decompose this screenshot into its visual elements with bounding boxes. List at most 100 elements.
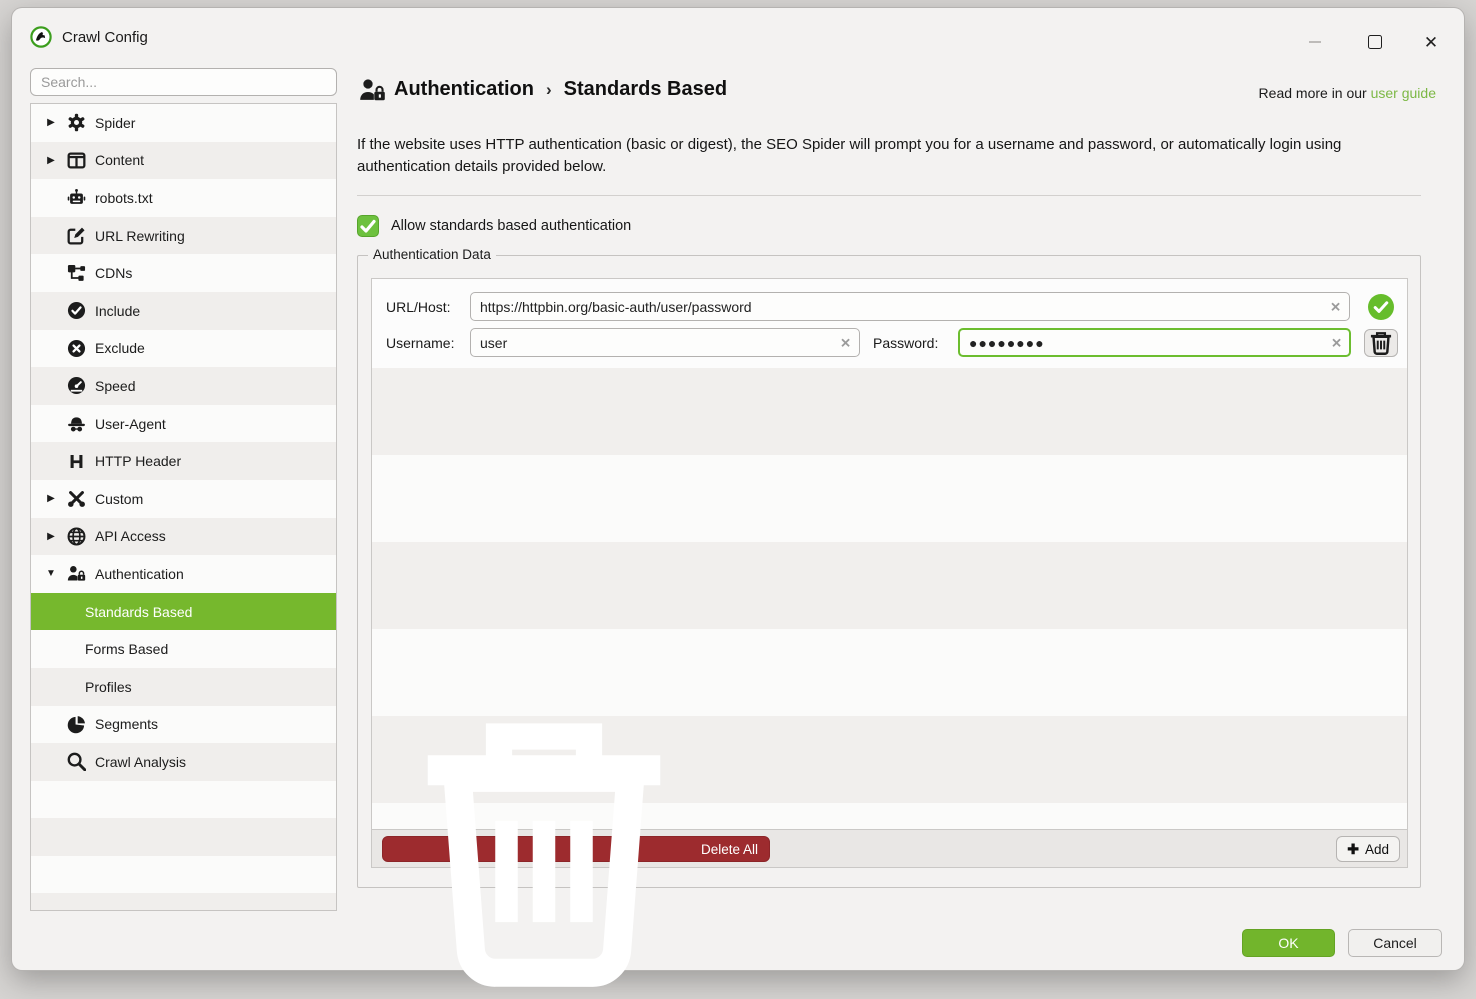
allow-auth-checkbox[interactable] xyxy=(357,215,379,237)
allow-auth-label: Allow standards based authentication xyxy=(391,218,631,234)
titlebar: Crawl Config ✕ xyxy=(12,8,1464,64)
sidebar-item-label: Profiles xyxy=(85,679,132,695)
read-more-text: Read more in our xyxy=(1259,85,1367,101)
columns-icon xyxy=(67,151,86,170)
allow-auth-row: Allow standards based authentication xyxy=(357,215,631,237)
sidebar-item-spider[interactable]: ▶ Spider xyxy=(31,104,336,142)
username-label: Username: xyxy=(386,335,454,351)
tree-empty-row xyxy=(31,893,336,911)
sidebar-item-label: Spider xyxy=(95,115,135,131)
sidebar-item-standards-based[interactable]: Standards Based xyxy=(31,593,336,631)
delete-all-button[interactable]: Delete All xyxy=(382,836,770,862)
sidebar-item-api-access[interactable]: ▶ API Access xyxy=(31,518,336,556)
tools-icon xyxy=(67,489,86,508)
cancel-button[interactable]: Cancel xyxy=(1348,929,1442,957)
user-guide-link[interactable]: user guide xyxy=(1371,85,1436,101)
sidebar-item-label: Forms Based xyxy=(85,641,168,657)
check-circle-icon xyxy=(67,301,86,320)
sidebar-item-label: Standards Based xyxy=(85,604,192,620)
robot-icon xyxy=(67,188,86,207)
config-tree: ▶ Spider ▶Content robots.txt URL Rewriting CD… xyxy=(30,103,337,911)
close-button[interactable]: ✕ xyxy=(1410,26,1452,58)
chevron-right-icon[interactable]: ▶ xyxy=(42,493,60,504)
minimize-icon xyxy=(1309,41,1321,43)
sidebar-item-segments[interactable]: Segments xyxy=(31,706,336,744)
h-icon xyxy=(67,452,86,471)
sidebar-item-label: Include xyxy=(95,303,140,319)
fieldset-legend: Authentication Data xyxy=(368,247,496,262)
divider xyxy=(357,195,1421,196)
sidebar-item-user-agent[interactable]: User-Agent xyxy=(31,405,336,443)
sidebar-item-label: Custom xyxy=(95,491,143,507)
breadcrumb-current: Standards Based xyxy=(564,78,727,101)
edit-icon xyxy=(67,226,86,245)
url-valid-check-icon xyxy=(1368,294,1394,320)
sidebar-item-profiles[interactable]: Profiles xyxy=(31,668,336,706)
breadcrumb-separator-icon: › xyxy=(546,80,552,100)
sidebar-item-label: API Access xyxy=(95,528,166,544)
app-logo-icon xyxy=(30,26,52,48)
username-field-wrap: ✕ xyxy=(470,328,860,357)
sidebar-item-label: Exclude xyxy=(95,340,145,356)
sidebar-item-label: CDNs xyxy=(95,265,132,281)
close-icon: ✕ xyxy=(1424,34,1438,51)
crawl-config-dialog: Crawl Config ✕ ▶ Spider ▶Content robots.txt… xyxy=(12,8,1464,970)
sidebar-item-authentication[interactable]: ▼ Authentication xyxy=(31,555,336,593)
breadcrumb-parent: Authentication xyxy=(394,78,534,101)
speedometer-icon xyxy=(67,376,86,395)
url-host-input[interactable] xyxy=(470,292,1350,321)
sidebar-item-label: HTTP Header xyxy=(95,453,181,469)
password-input[interactable] xyxy=(958,328,1351,357)
search-icon xyxy=(67,752,86,771)
search-input[interactable] xyxy=(30,68,337,96)
username-input[interactable] xyxy=(470,328,860,357)
add-button[interactable]: ✚ Add xyxy=(1336,836,1400,862)
authentication-icon xyxy=(358,78,387,102)
breadcrumb: Authentication › Standards Based xyxy=(394,78,727,101)
sidebar-item-robots-txt[interactable]: robots.txt xyxy=(31,179,336,217)
chevron-right-icon[interactable]: ▶ xyxy=(42,155,60,166)
pie-icon xyxy=(67,715,86,734)
ok-button[interactable]: OK xyxy=(1242,929,1335,957)
sidebar-item-cdns[interactable]: CDNs xyxy=(31,254,336,292)
sidebar-item-label: robots.txt xyxy=(95,190,153,206)
list-toolbar: Delete All ✚ Add xyxy=(371,829,1408,868)
minimize-button[interactable] xyxy=(1294,26,1336,58)
sidebar-item-label: Crawl Analysis xyxy=(95,754,186,770)
sidebar-item-speed[interactable]: Speed xyxy=(31,367,336,405)
maximize-button[interactable] xyxy=(1354,26,1396,58)
maximize-icon xyxy=(1368,35,1382,49)
sidebar-item-http-header[interactable]: HTTP Header xyxy=(31,442,336,480)
chevron-right-icon[interactable]: ▶ xyxy=(42,117,60,128)
url-host-field-wrap: ✕ xyxy=(470,292,1350,321)
sidebar-item-label: User-Agent xyxy=(95,416,166,432)
user-lock-icon xyxy=(67,564,86,583)
x-circle-icon xyxy=(67,339,86,358)
sidebar-item-forms-based[interactable]: Forms Based xyxy=(31,630,336,668)
delete-entry-button[interactable] xyxy=(1364,329,1398,357)
clear-username-icon[interactable]: ✕ xyxy=(840,336,851,349)
sidebar-item-label: Authentication xyxy=(95,566,184,582)
network-icon xyxy=(67,264,86,283)
tree-empty-row xyxy=(31,856,336,894)
password-field-wrap: ✕ xyxy=(958,328,1351,357)
clear-password-icon[interactable]: ✕ xyxy=(1331,336,1342,349)
tree-empty-row xyxy=(31,818,336,856)
chevron-down-icon[interactable]: ▼ xyxy=(42,568,60,579)
sidebar-item-url-rewriting[interactable]: URL Rewriting xyxy=(31,217,336,255)
sidebar-item-crawl-analysis[interactable]: Crawl Analysis xyxy=(31,743,336,781)
trash-icon xyxy=(394,699,694,999)
sidebar-item-custom[interactable]: ▶ Custom xyxy=(31,480,336,518)
plus-icon: ✚ xyxy=(1347,842,1359,856)
delete-all-label: Delete All xyxy=(701,842,758,857)
sidebar-item-label: Speed xyxy=(95,378,135,394)
add-label: Add xyxy=(1365,842,1389,857)
clear-url-icon[interactable]: ✕ xyxy=(1330,300,1341,313)
chevron-right-icon[interactable]: ▶ xyxy=(42,531,60,542)
sidebar-item-label: URL Rewriting xyxy=(95,228,185,244)
sidebar-item-include[interactable]: Include xyxy=(31,292,336,330)
authentication-data-fieldset: Authentication Data URL/Host: ✕ Username… xyxy=(357,255,1421,888)
sidebar-item-content[interactable]: ▶Content xyxy=(31,142,336,180)
password-label: Password: xyxy=(873,335,938,351)
sidebar-item-exclude[interactable]: Exclude xyxy=(31,330,336,368)
